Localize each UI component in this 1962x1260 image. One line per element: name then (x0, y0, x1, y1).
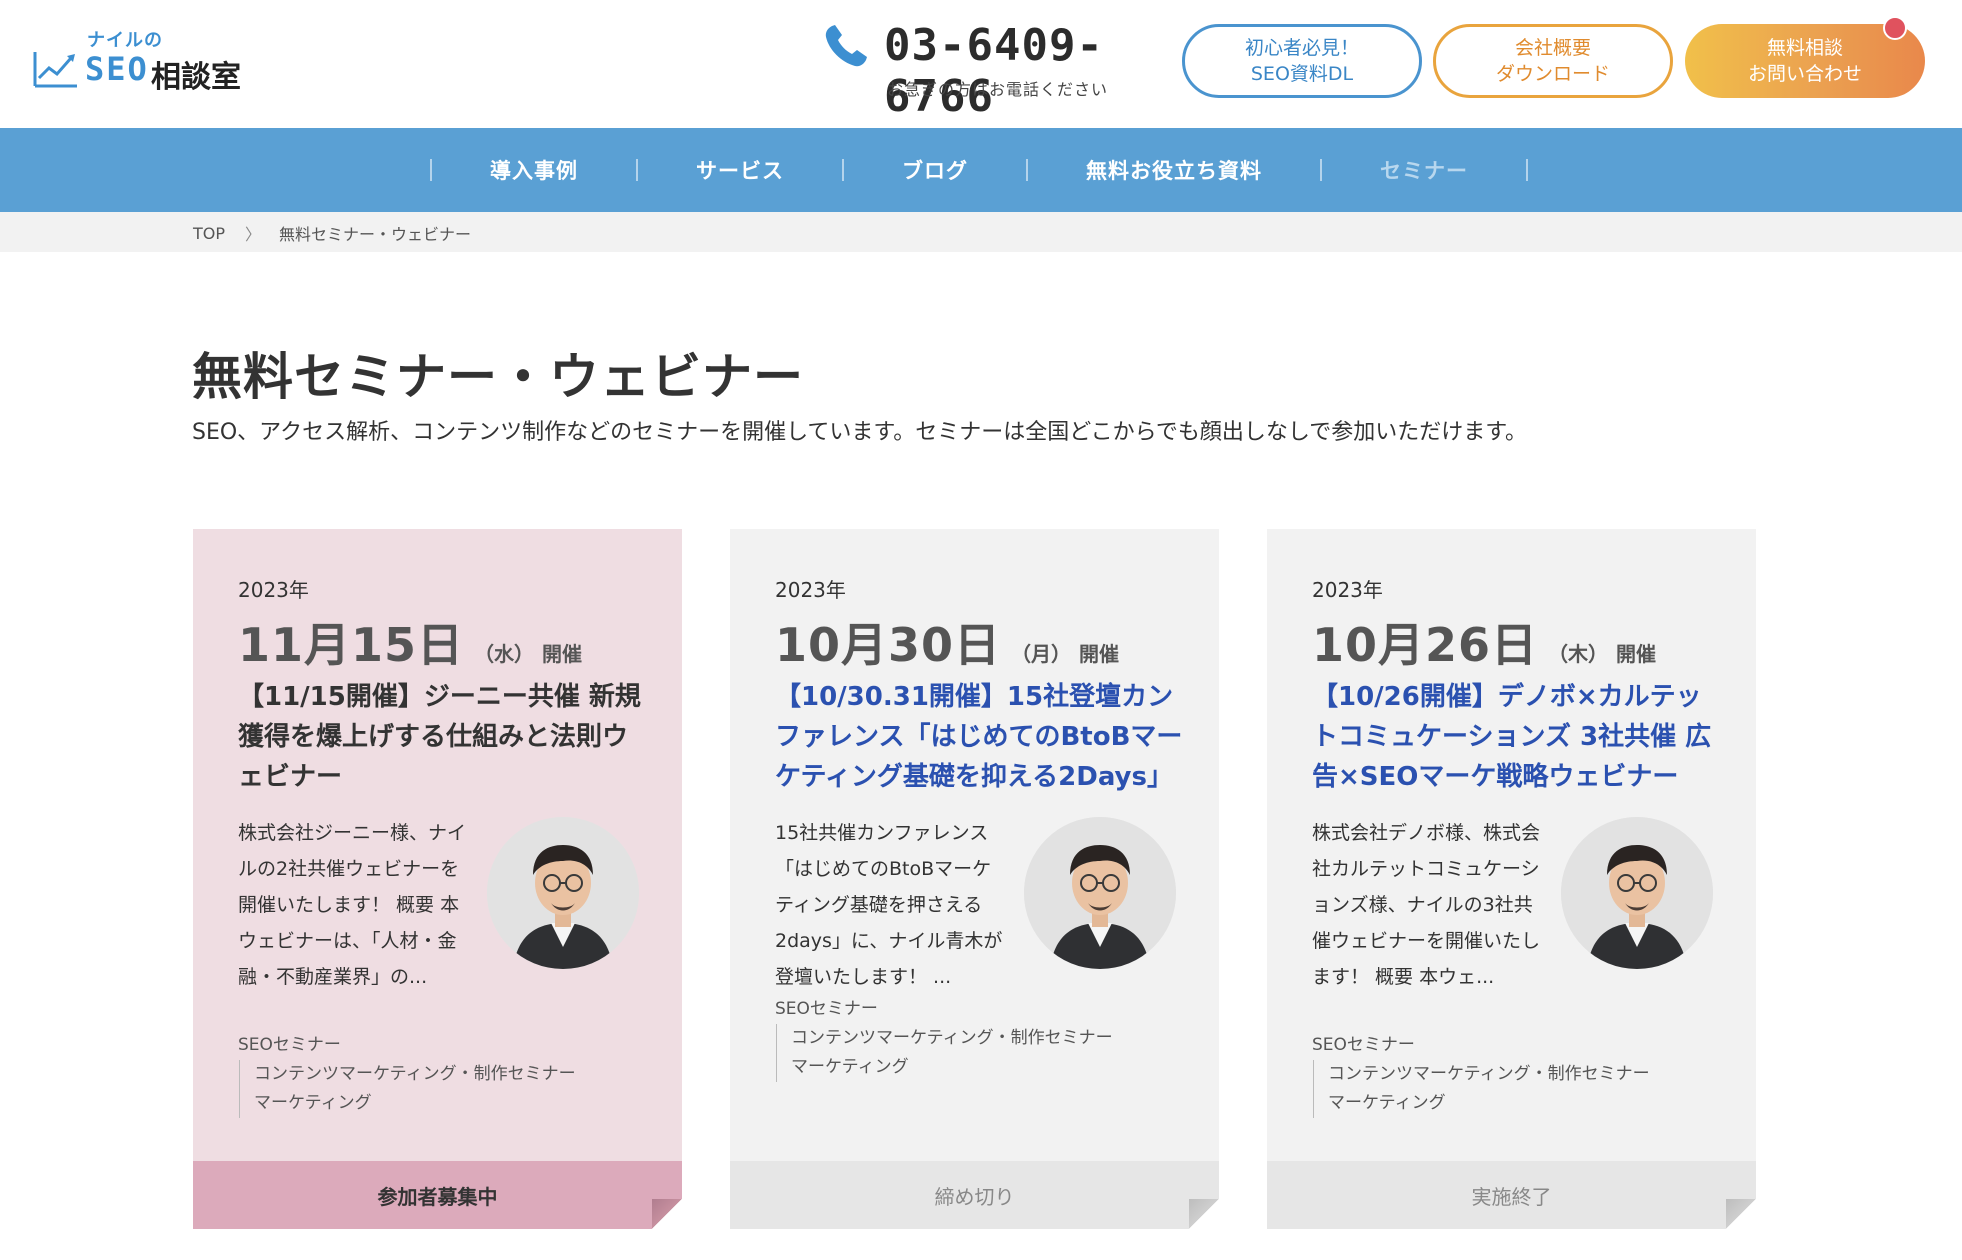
seminar-year: 2023年 (238, 578, 309, 602)
seminar-status-badge: 参加者募集中 (193, 1161, 682, 1229)
nav-item-case-studies[interactable]: 導入事例 (432, 155, 636, 185)
logo-seo-text: SEO (85, 50, 149, 88)
seminar-weekday: （月） (1011, 642, 1072, 666)
site-header: ナイルの SEO 相談室 03-6409-6766 お急ぎの方はお電話ください … (0, 0, 1962, 128)
seminar-year: 2023年 (1312, 578, 1383, 602)
tag-content-marketing-seminar[interactable]: コンテンツマーケティング・制作セミナー (776, 1024, 1113, 1053)
seminar-status-badge: 実施終了 (1267, 1161, 1756, 1229)
speaker-avatar (1024, 817, 1176, 969)
seminar-card[interactable]: 2023年 10月30日 （月） 開催 【10/30.31開催】15社登壇カンフ… (730, 529, 1219, 1229)
trend-chart-icon (33, 52, 77, 88)
company-profile-download-button[interactable]: 会社概要 ダウンロード (1433, 24, 1673, 98)
seminar-held-label: 開催 (1079, 642, 1120, 666)
breadcrumb-home-link[interactable]: TOP (193, 224, 225, 243)
speaker-photo-icon (487, 817, 639, 969)
seminar-date-day: 10月26日 (1312, 618, 1539, 672)
button-line-2: お問い合わせ (1747, 63, 1862, 85)
nav-item-seminar[interactable]: セミナー (1322, 155, 1526, 185)
seminar-status-badge: 締め切り (730, 1161, 1219, 1229)
page-fold-decoration (1189, 1199, 1219, 1229)
tag-seo-seminar[interactable]: SEOセミナー (775, 995, 1113, 1024)
tag-content-marketing-seminar[interactable]: コンテンツマーケティング・制作セミナー (1313, 1060, 1650, 1089)
speaker-avatar (1561, 817, 1713, 969)
nav-item-free-resources[interactable]: 無料お役立ち資料 (1028, 155, 1320, 185)
tag-seo-seminar[interactable]: SEOセミナー (238, 1031, 576, 1060)
seminar-date: 11月15日 （水） 開催 (238, 609, 582, 675)
tag-marketing[interactable]: マーケティング (239, 1089, 576, 1118)
button-line-2: ダウンロード (1495, 63, 1610, 85)
seminar-year: 2023年 (775, 578, 846, 602)
tag-marketing[interactable]: マーケティング (776, 1053, 1113, 1082)
phone-number[interactable]: 03-6409-6766 (884, 20, 1156, 122)
phone-icon (825, 25, 867, 67)
page-description: SEO、アクセス解析、コンテンツ制作などのセミナーを開催しています。セミナーは全… (192, 420, 1528, 445)
breadcrumb-bar: TOP 〉 無料セミナー・ウェビナー (0, 212, 1962, 252)
button-line-1: 初心者必見！ (1244, 37, 1359, 59)
seminar-date-day: 11月15日 (238, 618, 465, 672)
seminar-weekday: （木） (1548, 642, 1609, 666)
page-title: 無料セミナー・ウェビナー (192, 348, 804, 406)
seminar-tags: SEOセミナー コンテンツマーケティング・制作セミナー マーケティング (775, 995, 1113, 1082)
seminar-held-label: 開催 (1616, 642, 1657, 666)
breadcrumb: TOP 〉 無料セミナー・ウェビナー (193, 221, 471, 245)
speaker-photo-icon (1561, 817, 1713, 969)
seminar-date-day: 10月30日 (775, 618, 1002, 672)
seminar-title-link[interactable]: 【11/15開催】ジーニー共催 新規獲得を爆上げする仕組みと法則ウェビナー (238, 677, 648, 797)
seminar-tags: SEOセミナー コンテンツマーケティング・制作セミナー マーケティング (1312, 1031, 1650, 1118)
phone-note: お急ぎの方はお電話ください (887, 80, 1109, 99)
seminar-title-link[interactable]: 【10/30.31開催】15社登壇カンファレンス「はじめてのBtoBマーケティン… (775, 677, 1185, 797)
logo-name-text: 相談室 (151, 60, 241, 95)
seminar-excerpt: 15社共催カンファレンス「はじめてのBtoBマーケティング基礎を押さえる2day… (775, 822, 1003, 988)
seminar-date: 10月26日 （木） 開催 (1312, 609, 1656, 675)
seminar-title-link[interactable]: 【10/26開催】デノボ×カルテットコミュケーションズ 3社共催 広告×SEOマ… (1312, 677, 1722, 797)
speaker-photo-icon (1024, 817, 1176, 969)
seo-document-download-button[interactable]: 初心者必見！ SEO資料DL (1182, 24, 1422, 98)
seminar-date: 10月30日 （月） 開催 (775, 609, 1119, 675)
page-fold-decoration (1726, 1199, 1756, 1229)
seminar-card[interactable]: 2023年 10月26日 （木） 開催 【10/26開催】デノボ×カルテットコミ… (1267, 529, 1756, 1229)
button-line-1: 会社概要 (1514, 37, 1591, 59)
seminar-excerpt: 株式会社デノボ様、株式会社カルテットコミュケーションズ様、ナイルの3社共催ウェビ… (1312, 822, 1541, 988)
nav-separator (1526, 159, 1528, 181)
tag-seo-seminar[interactable]: SEOセミナー (1312, 1031, 1650, 1060)
notification-dot (1883, 16, 1907, 40)
site-logo[interactable]: ナイルの SEO 相談室 (33, 26, 253, 96)
seminar-held-label: 開催 (542, 642, 583, 666)
page-fold-decoration (652, 1199, 682, 1229)
button-line-2: SEO資料DL (1250, 63, 1354, 85)
seminar-card[interactable]: 2023年 11月15日 （水） 開催 【11/15開催】ジーニー共催 新規獲得… (193, 529, 682, 1229)
button-line-1: 無料相談 (1766, 37, 1843, 59)
phone-contact[interactable]: 03-6409-6766 お急ぎの方はお電話ください (822, 18, 1156, 122)
nav-item-blog[interactable]: ブログ (844, 155, 1026, 185)
logo-tagline: ナイルの (87, 30, 163, 51)
nav-item-services[interactable]: サービス (638, 155, 842, 185)
seminar-tags: SEOセミナー コンテンツマーケティング・制作セミナー マーケティング (238, 1031, 576, 1118)
tag-marketing[interactable]: マーケティング (1313, 1089, 1650, 1118)
seminar-excerpt: 株式会社ジーニー様、ナイルの2社共催ウェビナーを開催いたします！ 概要 本ウェビ… (238, 822, 467, 988)
breadcrumb-separator-icon: 〉 (245, 225, 262, 244)
seminar-weekday: （水） (474, 642, 535, 666)
main-nav: 導入事例 サービス ブログ 無料お役立ち資料 セミナー (0, 128, 1962, 212)
tag-content-marketing-seminar[interactable]: コンテンツマーケティング・制作セミナー (239, 1060, 576, 1089)
speaker-avatar (487, 817, 639, 969)
breadcrumb-current: 無料セミナー・ウェビナー (279, 225, 472, 244)
